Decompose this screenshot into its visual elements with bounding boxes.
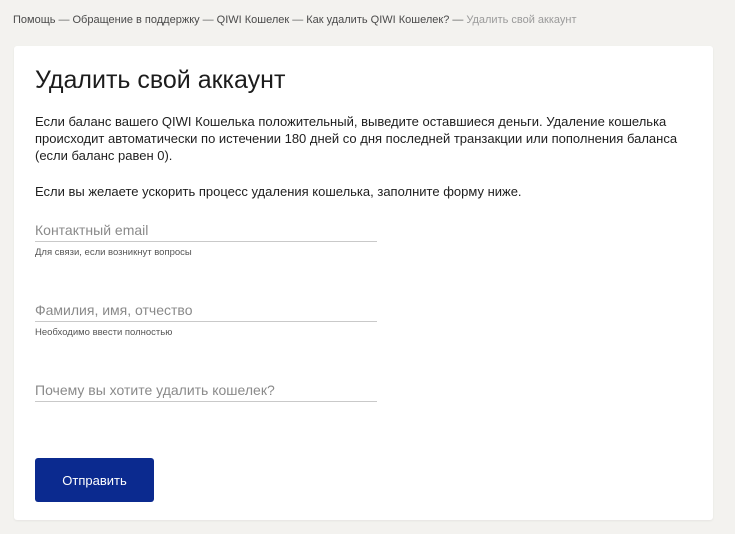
full-name-field-group: Необходимо ввести полностью <box>35 298 377 338</box>
breadcrumb-separator: — <box>202 14 214 26</box>
breadcrumb-item-help[interactable]: Помощь <box>13 14 56 26</box>
breadcrumb-item-qiwi-wallet[interactable]: QIWI Кошелек <box>217 14 290 26</box>
delete-account-card: Удалить свой аккаунт Если баланс вашего … <box>14 46 713 520</box>
submit-button[interactable]: Отправить <box>35 458 154 502</box>
description-paragraph-form: Если вы желаете ускорить процесс удалени… <box>35 184 522 199</box>
page-title: Удалить свой аккаунт <box>35 66 286 94</box>
breadcrumb-item-support[interactable]: Обращение в поддержку <box>73 14 200 26</box>
breadcrumb: Помощь — Обращение в поддержку — QIWI Кошеле… <box>13 14 577 26</box>
breadcrumb-separator: — <box>452 14 464 26</box>
email-field[interactable] <box>35 218 377 242</box>
reason-field-group <box>35 378 377 402</box>
email-hint: Для связи, если возникнут вопросы <box>35 247 192 258</box>
breadcrumb-separator: — <box>58 14 70 26</box>
breadcrumb-separator: — <box>292 14 304 26</box>
email-field-group: Для связи, если возникнут вопросы <box>35 218 377 258</box>
full-name-hint: Необходимо ввести полностью <box>35 327 173 338</box>
full-name-field[interactable] <box>35 298 377 322</box>
description-paragraph-balance: Если баланс вашего QIWI Кошелька положит… <box>35 114 678 163</box>
description: Если баланс вашего QIWI Кошелька положит… <box>35 113 685 199</box>
breadcrumb-item-how-to-delete[interactable]: Как удалить QIWI Кошелек? <box>306 14 449 26</box>
reason-field[interactable] <box>35 378 377 402</box>
breadcrumb-current: Удалить свой аккаунт <box>466 14 577 26</box>
